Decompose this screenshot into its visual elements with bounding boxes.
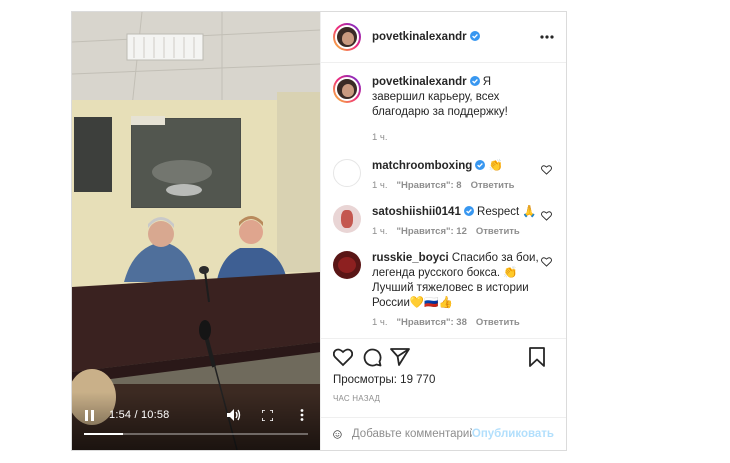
reply-button[interactable]: Ответить	[471, 180, 515, 191]
heart-icon[interactable]	[333, 347, 353, 367]
verified-badge-icon	[469, 76, 480, 86]
instagram-post: 1:54 / 10:58 povetkinalexandr povetkinal…	[71, 11, 567, 451]
comment-likes[interactable]: "Нравится": 12	[397, 226, 467, 237]
list-item: satoshiishii0141 Respect 🙏 1 ч. "Нравитс…	[333, 205, 554, 237]
comment-body: russkie_boyci Спасибо за бои, легенда ру…	[372, 251, 547, 311]
video-controls: 1:54 / 10:58	[72, 392, 320, 450]
video-player[interactable]: 1:54 / 10:58	[72, 12, 320, 450]
video-progress-bar[interactable]	[84, 433, 308, 435]
reply-button[interactable]: Ответить	[476, 226, 520, 237]
volume-icon[interactable]	[227, 409, 241, 421]
more-icon[interactable]	[540, 35, 554, 39]
caption-time[interactable]: 1 ч.	[372, 132, 388, 143]
publish-button[interactable]: Опубликовать	[472, 428, 554, 440]
caption-username[interactable]: povetkinalexandr	[372, 76, 467, 88]
add-comment-bar: Опубликовать	[321, 417, 566, 450]
like-heart-icon[interactable]	[541, 257, 552, 267]
verified-badge-icon	[469, 31, 480, 41]
caption: povetkinalexandr Я завершил карьеру, все…	[333, 75, 554, 143]
more-vertical-icon[interactable]	[300, 409, 304, 421]
comments-list: povetkinalexandr Я завершил карьеру, все…	[321, 63, 566, 338]
comment-time[interactable]: 1 ч.	[372, 317, 388, 328]
author-username[interactable]: povetkinalexandr	[372, 31, 480, 43]
commenter-avatar[interactable]	[333, 251, 361, 279]
comment-text: 👏	[485, 160, 503, 172]
comment-body: matchroomboxing 👏	[372, 159, 547, 174]
comment-time[interactable]: 1 ч.	[372, 180, 388, 191]
fullscreen-icon[interactable]	[262, 410, 273, 421]
comment-time[interactable]: 1 ч.	[372, 226, 388, 237]
share-icon[interactable]	[390, 347, 410, 367]
posted-time[interactable]: ЧАС НАЗАД	[321, 386, 566, 403]
commenter-avatar[interactable]	[333, 205, 361, 233]
comment-username[interactable]: russkie_boyci	[372, 252, 449, 264]
comment-icon[interactable]	[362, 347, 382, 367]
view-count[interactable]: Просмотры: 19 770	[321, 372, 566, 386]
video-progress-fill	[84, 433, 123, 435]
post-side-panel: povetkinalexandr povetkinalexandr Я заве…	[320, 12, 566, 450]
comment-username[interactable]: satoshiishii0141	[372, 206, 461, 218]
comment-input[interactable]	[351, 428, 472, 440]
verified-badge-icon	[463, 206, 474, 216]
caption-avatar[interactable]	[333, 75, 361, 103]
like-heart-icon[interactable]	[541, 165, 552, 175]
comment-text: Respect 🙏	[473, 206, 537, 218]
list-item: matchroomboxing 👏 1 ч. "Нравится": 8 Отв…	[333, 159, 554, 191]
comment-likes[interactable]: "Нравится": 38	[397, 317, 467, 328]
caption-body: povetkinalexandr Я завершил карьеру, все…	[372, 75, 547, 120]
author-avatar[interactable]	[333, 23, 361, 51]
action-bar	[321, 338, 566, 372]
save-bookmark-icon[interactable]	[527, 347, 547, 367]
pause-icon[interactable]	[85, 410, 95, 421]
video-time: 1:54 / 10:58	[109, 409, 170, 421]
reply-button[interactable]: Ответить	[476, 317, 520, 328]
comment-likes[interactable]: "Нравится": 8	[397, 180, 462, 191]
like-heart-icon[interactable]	[541, 211, 552, 221]
list-item: russkie_boyci Спасибо за бои, легенда ру…	[333, 251, 554, 328]
post-header: povetkinalexandr	[321, 12, 566, 63]
emoji-icon[interactable]	[333, 426, 342, 443]
video-frame	[72, 12, 320, 450]
comment-username[interactable]: matchroomboxing	[372, 160, 472, 172]
commenter-avatar[interactable]	[333, 159, 361, 187]
verified-badge-icon	[475, 160, 486, 170]
comment-body: satoshiishii0141 Respect 🙏	[372, 205, 547, 220]
